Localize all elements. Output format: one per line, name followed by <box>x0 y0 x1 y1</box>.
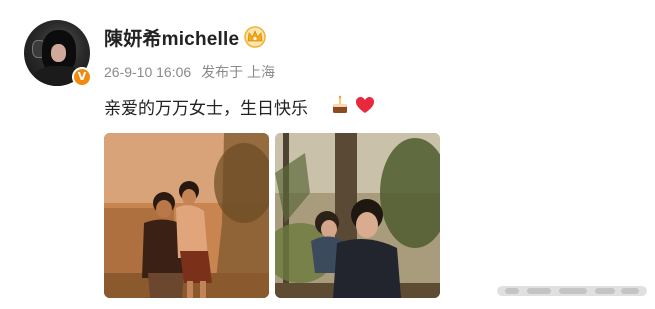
photo-1-image <box>104 133 269 298</box>
post-location: 发布于 上海 <box>201 64 275 80</box>
post-text: 亲爱的万万女士，生日快乐 <box>104 99 308 118</box>
post-time[interactable]: 26-9-10 16:06 <box>104 64 191 80</box>
photo-2[interactable] <box>275 133 440 298</box>
cake-icon <box>333 95 347 113</box>
photo-2-image <box>275 133 440 298</box>
watermark <box>497 286 647 296</box>
heart-icon <box>356 97 374 113</box>
username[interactable]: 陳妍希michelle <box>104 24 239 51</box>
verified-badge-icon: V <box>72 67 92 87</box>
avatar-face <box>51 44 66 62</box>
photo-1[interactable] <box>104 133 269 298</box>
post-meta: 26-9-10 16:06 发布于 上海 <box>104 62 281 82</box>
crown-icon[interactable] <box>243 26 267 48</box>
